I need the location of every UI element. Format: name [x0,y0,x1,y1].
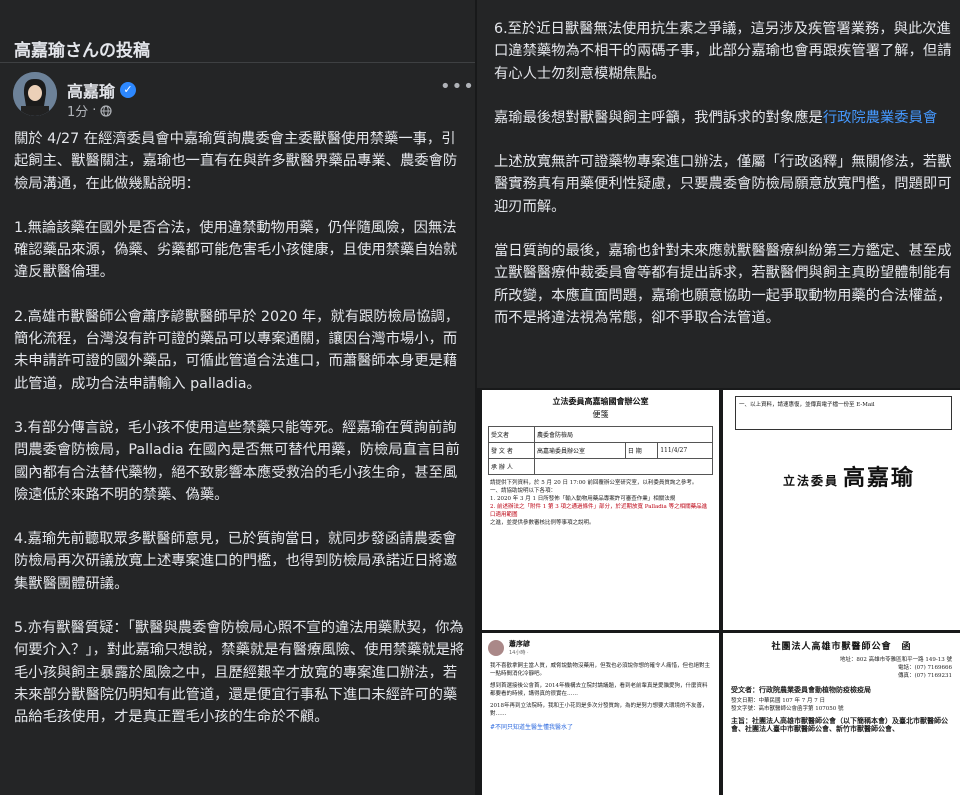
post-continuation-panel: 6.至於近日獸醫無法使用抗生素之爭議，這另涉及疾管署業務，與此次進口違禁藥物為不… [477,0,960,388]
post-paragraph: 3.有部分傳言說，毛小孩不使用這些禁藥只能等死。經嘉瑜在質詢前詢問農委會防檢局，… [14,419,460,503]
letter-line: 發文字號：高市獸醫師公會函字第 107050 號 [731,706,844,712]
table-row: 發 文 者 高嘉瑜委員辦公室 日 期 111/4/27 [488,442,713,459]
globe-icon [100,104,113,117]
avatar-photo-icon [13,72,57,116]
post-paragraph-appeal: 嘉瑜最後想對獸醫與飼主呼籲，我們訴求的對象應是行政院農業委員會 [494,107,952,129]
table-cell: 111/4/27 [657,442,713,459]
attached-image-fb-post[interactable]: 蕭序諺 14小時 · 我不喜歡拿飼主當人質，威脅說動物沒藥用，但我也必須說你想的… [482,633,719,795]
header-divider [0,62,475,63]
attached-image-letter[interactable]: 社團法人高雄市獸醫師公會 函 地址：802 高雄市苓雅區和平一路 149-13 … [723,633,960,795]
mini-post-body: 我不喜歡拿飼主當人質，威脅說動物沒藥用，但我也必須說你想的確令人痛惜，但也絕對主… [482,658,719,722]
table-cell: 高嘉瑜委員辦公室 [533,442,626,459]
avatar[interactable] [13,72,57,116]
author-name[interactable]: 高嘉瑜 ✓ [67,78,137,102]
meta-separator: · [92,103,97,118]
mini-post-header: 蕭序諺 14小時 · [482,633,719,658]
memo-body: 請提供下列資料，於 5 月 20 日 17:00 前回覆辦公室研究室，以利委員質… [482,475,719,531]
table-cell: 日 期 [624,442,659,459]
letter-heading: 社團法人高雄市獸醫師公會 函 [771,642,912,652]
post-paragraph: 關於 4/27 在經濟委員會中嘉瑜質詢農委會主委獸醫使用禁藥一事，引起飼主、獸醫… [14,131,458,192]
verified-icon: ✓ [120,82,137,98]
memo-heading: 立法委員高嘉瑜國會辦公室 [552,396,649,406]
post-paragraph: 5.亦有獸醫質疑：「獸醫與農委會防檢局心照不宣的違法用藥默契，你為何要介入？」，… [14,620,465,726]
memo-table: 受文者 農委會防檢局 發 文 者 高嘉瑜委員辦公室 日 期 111/4/27 承… [488,426,714,475]
table-cell: 承 辦 人 [488,458,535,475]
letter-line: 受文者：行政院農業委員會動植物防疫檢疫局 [731,685,871,694]
table-row: 承 辦 人 [488,458,714,475]
memo-line: 之進，並提供參數審核比例等事項之說明。 [490,520,595,526]
more-options-button[interactable]: ••• [440,76,475,97]
mini-post-line: 2018年再到立法院時，我和王小花同是多次分發質詢，為的是努力想要大環境的不友善… [490,703,708,717]
post-body: 關於 4/27 在經濟委員會中嘉瑜質詢農委會主委獸醫使用禁藥一事，引起飼主、獸醫… [14,128,466,751]
attached-image-signature[interactable]: 一、以上資料，請速惠復，並傳真電子檔一份至 E-Mail 立法委員 高嘉瑜 [723,390,960,630]
letter-line: 主旨：社團法人高雄市獸醫師公會（以下簡稱本會）及臺北市獸醫師公會、社團法人臺中市… [731,716,948,733]
continuation-body: 6.至於近日獸醫無法使用抗生素之爭議，這另涉及疾管署業務，與此次進口違禁藥物為不… [494,18,952,351]
post-panel: 高嘉瑜さんの投稿 高嘉瑜 ✓ 1分 · ••• 關於 4/27 在經濟委員會中嘉… [0,0,475,795]
memo-line: 請提供下列資料，於 5 月 20 日 17:00 前回覆辦公室研究室，以利委員質… [490,480,698,486]
mini-post-hashtag: #不同只知道生醫生懂我醫水了 [490,724,574,731]
mini-post-author: 蕭序諺 14小時 · [509,639,530,656]
letter-line: 傳真：(07) 7169231 [897,673,952,679]
post-paragraph: 上述放寬無許可證藥物專案進口辦法，僅屬「行政函釋」無關修法，若獸醫實務真有用藥便… [494,154,952,215]
post-paragraph: 當日質詢的最後，嘉瑜也針對未來應就獸醫醫療糾紛第三方鑑定、甚至成立獸醫醫療仲裁委… [494,243,952,326]
attached-image-memo[interactable]: 立法委員高嘉瑜國會辦公室 便箋 受文者 農委會防檢局 發 文 者 高嘉瑜委員辦公… [482,390,719,630]
letter-line: 發文日期：中華民國 107 年 7 月 7 日 [731,698,825,704]
memo-line: 2. 前述辦法之「附件 1 第 3 項之通過條件」部分，於近期放寬 Pallad… [490,504,708,518]
letter-line: 地址：802 高雄市苓雅區和平一路 149-13 號 [839,657,952,663]
legislator-signature: 立法委員 高嘉瑜 [783,460,915,492]
avatar [488,639,504,656]
table-cell [533,458,714,475]
memo-line: 一、請協助說明以下各項： [490,488,557,494]
post-paragraph: 2.高雄市獸醫師公會蕭序諺獸醫師早於 2020 年，就有跟防檢局協調，簡化流程，… [14,308,460,392]
mini-post-line: 想到首選接後公會首，2014年機構去立院討論議題，看到老前輩真是愛貓愛狗，什麼資… [490,683,708,697]
memo-subheading: 便箋 [592,410,609,419]
post-paragraph: 4.嘉瑜先前聽取眾多獸醫師意見，已於質詢當日，就同步發函請農委會防檢局再次研議放… [14,531,458,592]
post-meta: 1分 · [67,101,113,120]
letter-body: 地址：802 高雄市苓雅區和平一路 149-13 號 電話：(07) 71696… [723,652,960,737]
signature-doc-note: 一、以上資料，請速惠復，並傳真電子檔一份至 E-Mail [735,396,952,430]
letter-line: 電話：(07) 7169666 [897,665,952,671]
author-name-text[interactable]: 高嘉瑜 [67,78,115,102]
coa-page-link[interactable]: 行政院農業委員會 [823,110,937,126]
signature-title: 立法委員 [783,474,840,488]
mini-post-line: 我不喜歡拿飼主當人質，威脅說動物沒藥用，但我也必須說你想的確令人痛惜，但也絕對主… [490,663,711,677]
post-time[interactable]: 1分 [67,101,88,120]
post-paragraph: 1.無論該藥在國外是否合法，使用違禁動物用藥，仍伴隨風險，因無法確認藥品來源，偽… [14,219,458,281]
mini-post-time: 14小時 · [509,650,529,656]
table-cell: 農委會防檢局 [533,426,714,443]
appeal-text: 嘉瑜最後想對獸醫與飼主呼籲，我們訴求的對象應是 [494,109,823,126]
mini-author-name: 蕭序諺 [509,640,530,648]
table-cell: 受文者 [488,426,535,443]
table-row: 受文者 農委會防檢局 [488,426,714,443]
post-paragraph: 6.至於近日獸醫無法使用抗生素之爭議，這另涉及疾管署業務，與此次進口違禁藥物為不… [494,21,952,82]
signature-name: 高嘉瑜 [843,465,916,491]
memo-line: 1. 2020 年 3 月 1 日所發佈「輸入動物用藥品專案許可審查作業」相關法… [490,496,676,502]
page-title: 高嘉瑜さんの投稿 [14,41,150,61]
table-cell: 發 文 者 [488,442,535,459]
